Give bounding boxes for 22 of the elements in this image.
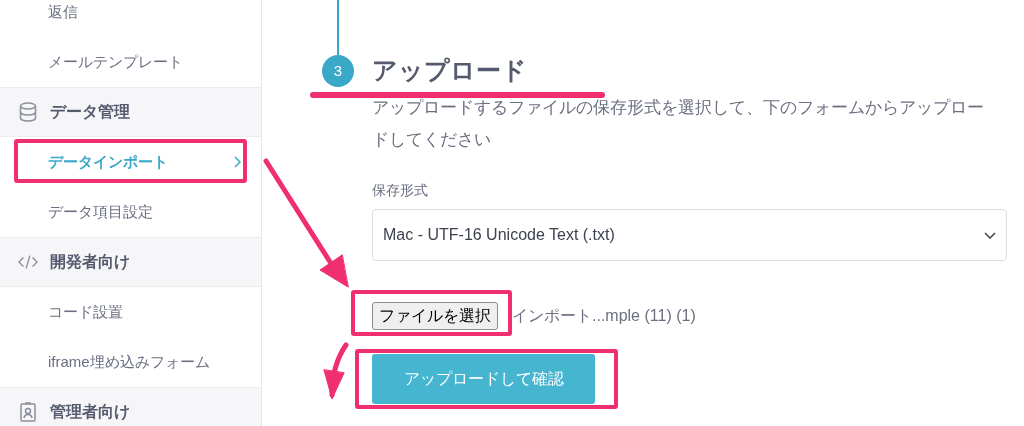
section-title: データ管理 (50, 102, 130, 122)
code-icon (18, 254, 38, 270)
chevron-right-icon (234, 156, 241, 168)
database-icon (19, 102, 37, 122)
nav-item[interactable]: iframe埋め込みフォーム (48, 350, 241, 374)
file-name: インポート...mple (11) (1) (512, 306, 696, 326)
nav-item[interactable]: メールテンプレート (48, 50, 241, 74)
nav-item[interactable]: 返信 (48, 0, 241, 24)
section-title: 管理者向け (50, 402, 130, 422)
file-choose-button[interactable]: ファイルを選択 (372, 302, 498, 330)
nav-item[interactable]: データ項目設定 (48, 200, 241, 224)
section-title: 開発者向け (50, 252, 130, 272)
step-line (337, 0, 339, 55)
chevron-down-icon (984, 231, 996, 239)
nav-item[interactable]: コード設置 (48, 300, 241, 324)
id-badge-icon (20, 402, 36, 422)
step-description: アップロードするファイルの保存形式を選択して、下のフォームからアップロードしてください (372, 97, 985, 151)
field-label: 保存形式 (372, 181, 429, 200)
step-number: 3 (322, 55, 354, 87)
format-select[interactable]: Mac - UTF-16 Unicode Text (.txt) (372, 209, 1007, 261)
nav-item[interactable]: データインポート (48, 150, 241, 174)
step-title: アップロード (372, 55, 527, 87)
